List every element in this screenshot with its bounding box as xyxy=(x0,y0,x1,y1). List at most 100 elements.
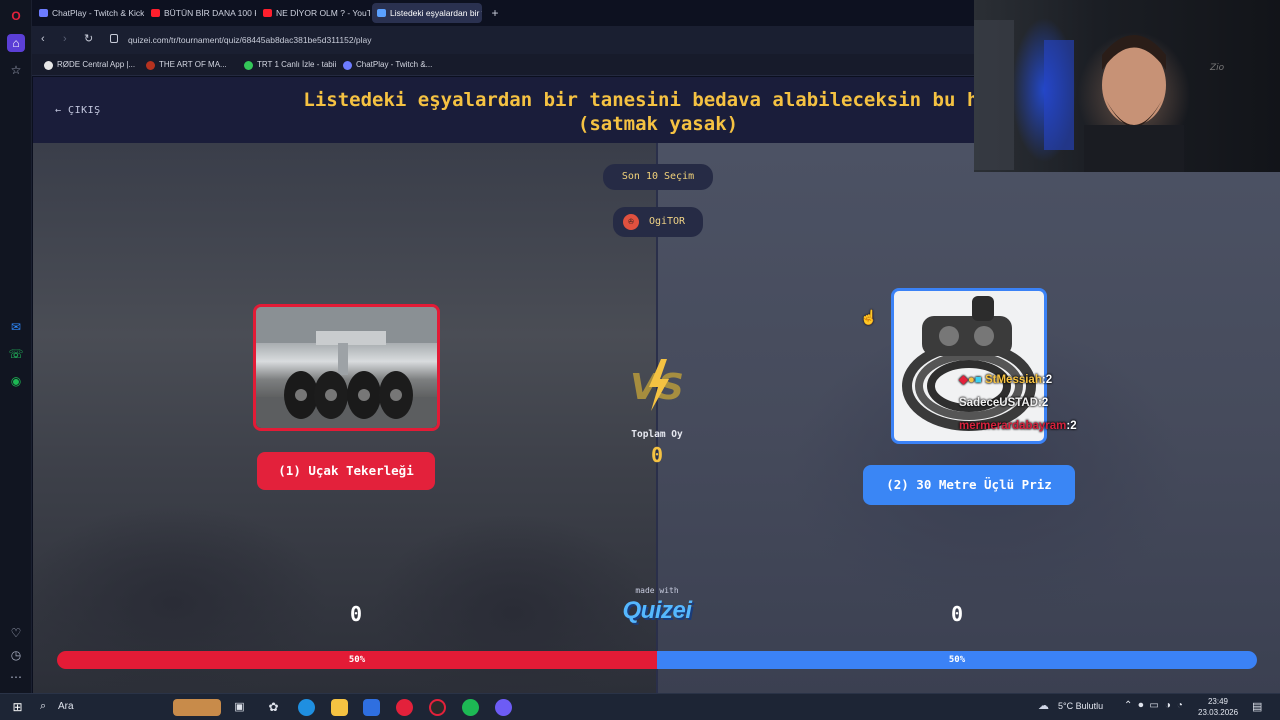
task-view-icon[interactable]: ▣ xyxy=(231,699,248,716)
tab-quizei[interactable]: Listedeki eşyalardan bir ta xyxy=(372,3,482,23)
tray-icons[interactable]: ⌃⏺▭◑◔ xyxy=(1124,700,1189,711)
chat-vote-count: :2 xyxy=(1041,374,1053,386)
chat-vote-count: :2 xyxy=(1038,397,1049,409)
tab-label: BÜTÜN BİR DANA 100 KG xyxy=(164,8,256,18)
bookmark-label: THE ART OF MA... xyxy=(159,60,227,69)
bookmark-trt[interactable]: TRT 1 Canlı İzle - tabii xyxy=(244,58,336,72)
discord-icon[interactable] xyxy=(495,699,512,716)
current-user-name: OgiTOR xyxy=(648,216,686,227)
option-1-image[interactable] xyxy=(253,304,440,431)
option-1-button[interactable]: (1) Uçak Tekerleği xyxy=(257,452,435,490)
chat-vote-row: SadeceUSTAD:2 xyxy=(959,392,1099,415)
lock-icon xyxy=(110,34,118,43)
tab-label: ChatPlay - Twitch & Kick I xyxy=(52,8,144,18)
bookmark-label: RØDE Central App |... xyxy=(57,60,136,69)
rode-icon xyxy=(44,61,53,70)
opera-logo-icon[interactable]: O xyxy=(7,7,25,25)
option-1-score: 0 xyxy=(349,602,363,626)
youtube-favicon-icon xyxy=(263,9,272,17)
back-icon[interactable]: ‹ xyxy=(41,33,45,45)
file-explorer-icon[interactable] xyxy=(331,699,348,716)
option-2-share-bar: 50% xyxy=(657,651,1257,669)
forward-icon[interactable]: › xyxy=(63,33,67,45)
tabii-icon xyxy=(244,61,253,70)
tab-label: NE DİYOR OLM ? - YouTu xyxy=(276,8,370,18)
badge-icon: ◆ xyxy=(959,374,968,386)
quizei-favicon-icon xyxy=(377,9,386,17)
spotify-taskbar-icon[interactable] xyxy=(462,699,479,716)
new-tab-button[interactable]: + xyxy=(486,3,504,23)
option-2-button[interactable]: (2) 30 Metre Üçlü Priz xyxy=(863,465,1075,505)
chatplay-icon xyxy=(343,61,352,70)
tab-chatplay[interactable]: ChatPlay - Twitch & Kick I xyxy=(34,3,144,23)
option-1-share-bar: 50% xyxy=(57,651,657,669)
option-2-score: 0 xyxy=(950,602,964,626)
option-1-percent: 50% xyxy=(348,655,366,665)
taskbar-search-label[interactable]: Ara xyxy=(58,701,74,712)
webcam-overlay: Zio xyxy=(974,0,1280,172)
widgets-icon[interactable]: ✿ xyxy=(265,699,282,716)
streamer-webcam-image: Zio xyxy=(974,20,1225,172)
chat-vote-user: SadeceUSTAD xyxy=(959,397,1039,409)
clock-time: 23:49 xyxy=(1207,697,1229,706)
clock-date: 23.03.2026 xyxy=(1198,708,1239,717)
arrow-left-icon: ← xyxy=(55,105,69,116)
vote-share-bar: 50% 50% xyxy=(57,651,1257,669)
bookmark-rode[interactable]: RØDE Central App |... xyxy=(44,58,135,72)
vs-emblem: VS xyxy=(630,359,684,411)
tab-youtube-1[interactable]: BÜTÜN BİR DANA 100 KG xyxy=(146,3,256,23)
chat-vote-user: mermerardabayram xyxy=(959,420,1067,432)
svg-text:Zio: Zio xyxy=(1209,63,1225,73)
badge-icon: ● xyxy=(967,374,975,386)
youtube-favicon-icon xyxy=(151,9,160,17)
bookmark-art-of-ma[interactable]: THE ART OF MA... xyxy=(146,58,227,72)
edge-icon[interactable] xyxy=(298,699,315,716)
made-with-label: made with xyxy=(635,586,679,595)
quizei-logo[interactable]: Quizei xyxy=(609,597,705,625)
hand-cursor-icon: ☝ xyxy=(860,309,878,325)
spotify-icon[interactable]: ◉ xyxy=(7,372,25,390)
last-choices-button[interactable]: Son 10 Seçim xyxy=(603,164,713,190)
reload-icon[interactable]: ↻ xyxy=(84,32,93,45)
app-icon[interactable] xyxy=(429,699,446,716)
tab-label: Listedeki eşyalardan bir ta xyxy=(390,8,482,18)
browser-sidebar: O ⌂ ☆ ✉ ☏ ◉ ♡ ◷ ⋯ xyxy=(0,0,32,693)
outlook-icon[interactable] xyxy=(363,699,380,716)
home-icon[interactable]: ⌂ xyxy=(7,34,25,52)
badge-icon: ■ xyxy=(974,374,982,386)
messenger-icon[interactable]: ✉ xyxy=(7,318,25,336)
windows-taskbar: ⊞ ⌕ Ara ▣ ✿ ☁ 5°C Bulutlu ⌃⏺▭◑◔ 23:49 23… xyxy=(0,693,1280,720)
bookmark-chatplay[interactable]: ChatPlay - Twitch &... xyxy=(343,58,432,72)
history-icon[interactable]: ◷ xyxy=(7,646,25,664)
star-icon[interactable]: ☆ xyxy=(7,61,25,79)
chat-vote-row: mermerardabayram:2 xyxy=(959,415,1099,438)
chat-vote-user: StMessiah xyxy=(984,374,1042,386)
search-highlight-icon[interactable] xyxy=(173,699,221,716)
total-votes-label: Toplam Oy xyxy=(631,429,683,440)
heart-icon[interactable]: ♡ xyxy=(7,624,25,642)
option-2-percent: 50% xyxy=(948,655,966,665)
cloud-icon: ☁ xyxy=(1038,700,1049,712)
more-icon[interactable]: ⋯ xyxy=(7,668,25,686)
steering-wheel-icon: ✇ xyxy=(623,214,639,230)
current-user-badge: ✇ OgiTOR xyxy=(613,207,703,237)
taskbar-clock[interactable]: 23:49 23.03.2026 xyxy=(1198,696,1238,718)
weather-label[interactable]: 5°C Bulutlu xyxy=(1058,701,1103,711)
chatplay-favicon-icon xyxy=(39,9,48,17)
search-icon[interactable]: ⌕ xyxy=(40,700,46,713)
notifications-icon[interactable]: ▤ xyxy=(1252,700,1262,713)
windows-start-icon[interactable]: ⊞ xyxy=(9,699,26,716)
bookmark-label: TRT 1 Canlı İzle - tabii xyxy=(257,60,337,69)
chat-vote-count: :2 xyxy=(1066,420,1077,432)
chat-votes-list: ◆●■ StMessiah:2 SadeceUSTAD:2 mermerarda… xyxy=(959,369,1099,438)
landing-gear-image xyxy=(256,307,437,428)
art-icon xyxy=(146,61,155,70)
whatsapp-icon[interactable]: ☏ xyxy=(7,345,25,363)
bookmark-label: ChatPlay - Twitch &... xyxy=(356,60,433,69)
opera-icon[interactable] xyxy=(396,699,413,716)
chat-vote-row: ◆●■ StMessiah:2 xyxy=(959,369,1099,392)
exit-label: ÇIKIŞ xyxy=(68,105,101,116)
exit-button[interactable]: ← ÇIKIŞ xyxy=(55,105,101,116)
tab-youtube-2[interactable]: NE DİYOR OLM ? - YouTu xyxy=(258,3,370,23)
total-votes-value: 0 xyxy=(650,443,664,467)
